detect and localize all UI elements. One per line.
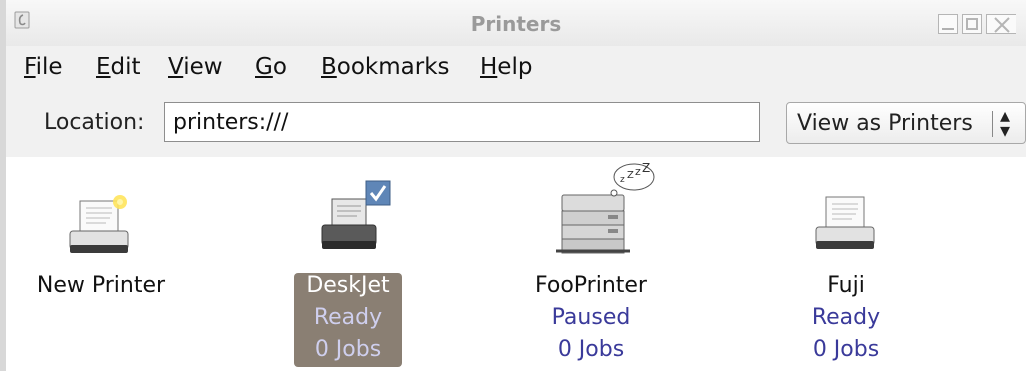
default-printer-icon bbox=[321, 180, 391, 249]
printer-status: Ready bbox=[811, 305, 881, 330]
printer-jobs: 0 Jobs bbox=[314, 337, 382, 362]
svg-text:z: z bbox=[620, 175, 625, 185]
printer-jobs: 0 Jobs bbox=[557, 337, 625, 362]
window-title: Printers bbox=[470, 12, 562, 36]
menu-bar: File Edit View Go Bookmarks Help bbox=[6, 46, 1026, 93]
paused-printer-icon: z Z z Z bbox=[556, 163, 655, 254]
location-label: Location: bbox=[44, 110, 145, 135]
printer-item-new-printer[interactable]: New Printer bbox=[26, 157, 176, 371]
menu-go-mnemonic: G bbox=[255, 54, 273, 80]
printer-item-fooprinter[interactable]: z Z z Z FooPrinter Paused 0 Jobs bbox=[516, 157, 666, 371]
up-down-arrows-icon: ▴ ▾ bbox=[1000, 103, 1011, 142]
new-printer-icon bbox=[69, 195, 129, 253]
menu-help-mnemonic: H bbox=[480, 54, 498, 80]
view-as-separator bbox=[992, 111, 993, 137]
printers-window: Printers File Edit View Go Bookmarks Hel… bbox=[0, 0, 1026, 371]
menu-view-rest: iew bbox=[183, 54, 223, 80]
printer-jobs: 0 Jobs bbox=[812, 337, 880, 362]
printer-item-fuji[interactable]: Fuji Ready 0 Jobs bbox=[776, 157, 916, 371]
view-as-select[interactable]: View as Printers ▴ ▾ bbox=[786, 102, 1026, 144]
location-bar: Location: View as Printers ▴▾ bbox=[6, 92, 1026, 158]
menu-file-rest: ile bbox=[35, 54, 63, 80]
close-icon bbox=[994, 17, 1010, 33]
view-as-label: View as Printers bbox=[797, 111, 973, 136]
printer-item-deskjet[interactable]: DeskJet Ready 0 Jobs bbox=[278, 157, 418, 371]
menu-file-mnemonic: F bbox=[24, 54, 36, 80]
menu-bookmarks-rest: ookmarks bbox=[336, 54, 450, 80]
printer-status: Paused bbox=[551, 305, 631, 330]
svg-text:Z: Z bbox=[627, 170, 634, 181]
menu-help[interactable]: Help bbox=[480, 54, 532, 80]
menu-go[interactable]: Go bbox=[255, 54, 287, 80]
minimize-button[interactable] bbox=[938, 14, 958, 34]
title-bar[interactable]: Printers bbox=[6, 0, 1026, 47]
printer-icon-view[interactable]: New Printer DeskJet Ready 0 Jobs z Z z Z… bbox=[6, 157, 1026, 371]
menu-bookmarks[interactable]: Bookmarks bbox=[321, 54, 450, 80]
menu-view[interactable]: View bbox=[168, 54, 223, 80]
location-input[interactable] bbox=[164, 102, 760, 142]
menu-edit-mnemonic: E bbox=[96, 54, 111, 80]
printer-status: Ready bbox=[313, 305, 383, 330]
svg-text:Z: Z bbox=[642, 163, 650, 175]
menu-help-rest: elp bbox=[497, 54, 533, 80]
menu-edit-rest: dit bbox=[110, 54, 141, 80]
menu-view-mnemonic: V bbox=[168, 54, 184, 80]
close-button[interactable] bbox=[986, 14, 1016, 34]
printer-name: DeskJet bbox=[306, 273, 390, 298]
menu-bookmarks-mnemonic: B bbox=[321, 54, 337, 80]
printer-name: FooPrinter bbox=[535, 273, 647, 298]
menu-edit[interactable]: Edit bbox=[96, 54, 141, 80]
maximize-button[interactable] bbox=[962, 14, 982, 34]
menu-file[interactable]: File bbox=[24, 54, 63, 80]
printer-name: Fuji bbox=[827, 273, 865, 298]
printer-name: New Printer bbox=[36, 273, 166, 298]
printer-icon bbox=[815, 196, 875, 249]
svg-text:z: z bbox=[635, 165, 641, 178]
menu-go-rest: o bbox=[272, 54, 287, 80]
